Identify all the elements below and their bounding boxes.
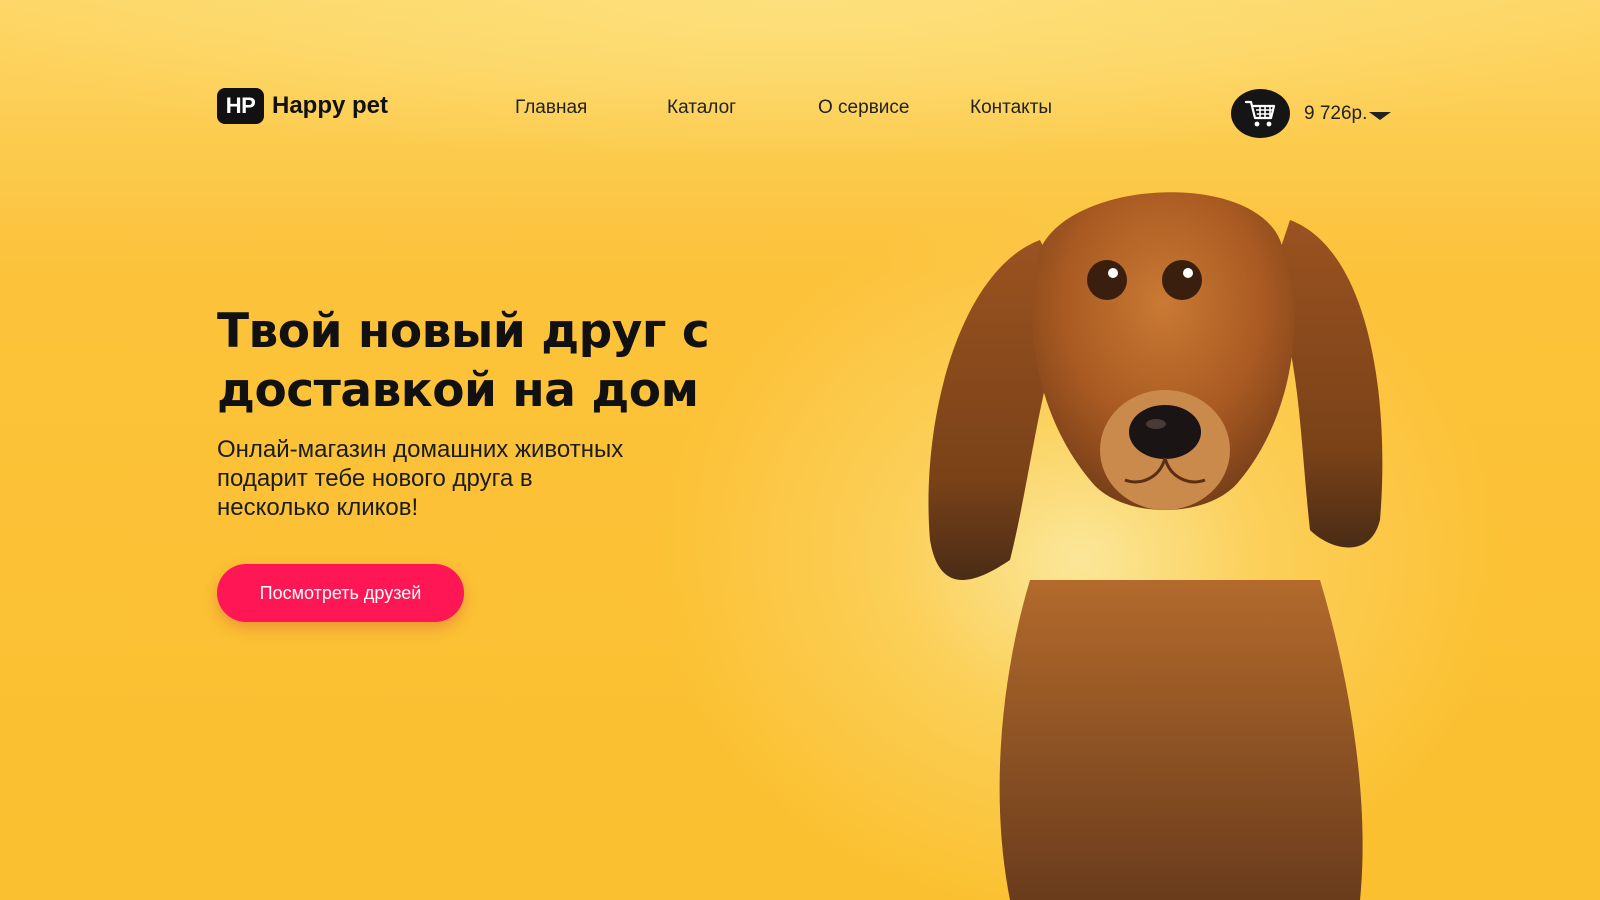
logo-badge: HP xyxy=(217,88,264,124)
cart-icon xyxy=(1244,100,1275,126)
view-friends-button[interactable]: Посмотреть друзей xyxy=(217,564,464,622)
logo[interactable]: HP Happy pet xyxy=(217,88,388,124)
cart-button[interactable] xyxy=(1231,89,1290,138)
cart-widget: 9 726р. xyxy=(1231,89,1392,138)
nav-item-contacts[interactable]: Контакты xyxy=(970,97,1052,119)
nav-item-home[interactable]: Главная xyxy=(515,97,587,119)
caret-down-icon[interactable] xyxy=(1369,111,1392,120)
hero-title: Твой новый друг с доставкой на дом xyxy=(217,304,710,418)
cart-total: 9 726р. xyxy=(1304,102,1368,124)
nav-item-catalog[interactable]: Каталог xyxy=(667,97,736,119)
dachshund-photo xyxy=(928,192,1383,900)
logo-text: Happy pet xyxy=(272,92,389,119)
hero-subtitle: Онлай-магазин домашних животных подарит … xyxy=(217,436,624,521)
nav-item-about[interactable]: О сервисе xyxy=(818,97,909,119)
